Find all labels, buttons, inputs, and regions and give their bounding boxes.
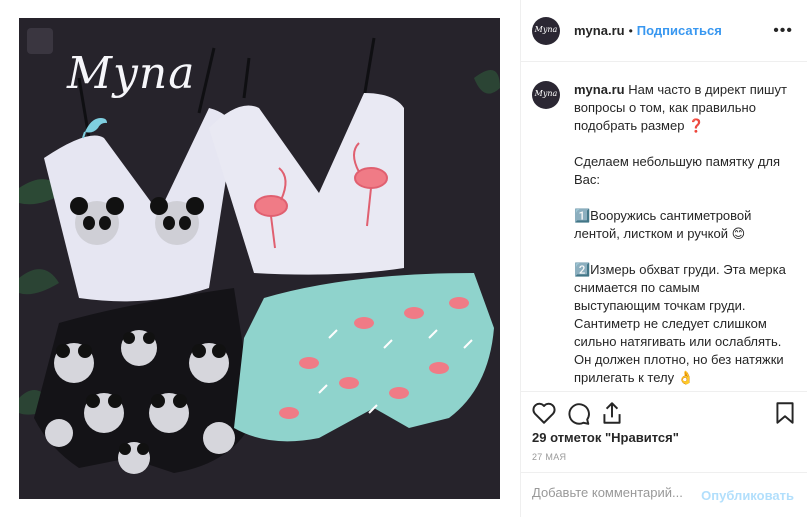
brand-logo: Myna <box>67 48 196 99</box>
comments-area: Myna myna.ru Нам часто в директ пишут во… <box>521 63 807 392</box>
post-details: Myna myna.ru • Подписаться ••• Myna myna… <box>520 0 807 517</box>
header-separator: • <box>628 23 633 38</box>
caption-avatar[interactable]: Myna <box>532 81 560 109</box>
post-photo[interactable]: Myna <box>19 18 500 499</box>
add-comment-bar: Опубликовать <box>521 472 807 517</box>
heart-icon[interactable] <box>531 400 557 426</box>
instagram-post: Myna Myna myna.ru • Подписаться ••• Myna… <box>0 0 807 517</box>
caption-avatar-label: Myna <box>534 89 558 98</box>
post-header: Myna myna.ru • Подписаться ••• <box>521 0 807 62</box>
post-date[interactable]: 27 МАЯ <box>532 452 566 462</box>
header-username[interactable]: myna.ru <box>574 23 625 38</box>
comment-input[interactable] <box>532 485 712 500</box>
avatar[interactable]: Myna <box>532 16 560 45</box>
caption-text: Нам часто в директ пишут вопросы о том, … <box>574 82 787 385</box>
caption-row: Myna myna.ru Нам часто в директ пишут во… <box>532 81 795 391</box>
avatar-label: Myna <box>534 24 558 34</box>
action-bar <box>521 394 807 430</box>
ellipsis-icon[interactable]: ••• <box>773 22 793 40</box>
caption-username[interactable]: myna.ru <box>574 82 625 97</box>
caption-text-block: myna.ru Нам часто в директ пишут вопросы… <box>574 81 788 391</box>
publish-button[interactable]: Опубликовать <box>701 488 794 503</box>
photo-corner-mark <box>27 28 53 54</box>
comment-icon[interactable] <box>565 400 591 426</box>
likes-count[interactable]: 29 отметок "Нравится" <box>532 430 679 445</box>
share-icon[interactable] <box>599 400 625 426</box>
bird-icon <box>82 118 107 139</box>
follow-button[interactable]: Подписаться <box>637 23 722 38</box>
post-photo-panel: Myna <box>0 0 520 517</box>
bookmark-icon[interactable] <box>772 400 798 426</box>
